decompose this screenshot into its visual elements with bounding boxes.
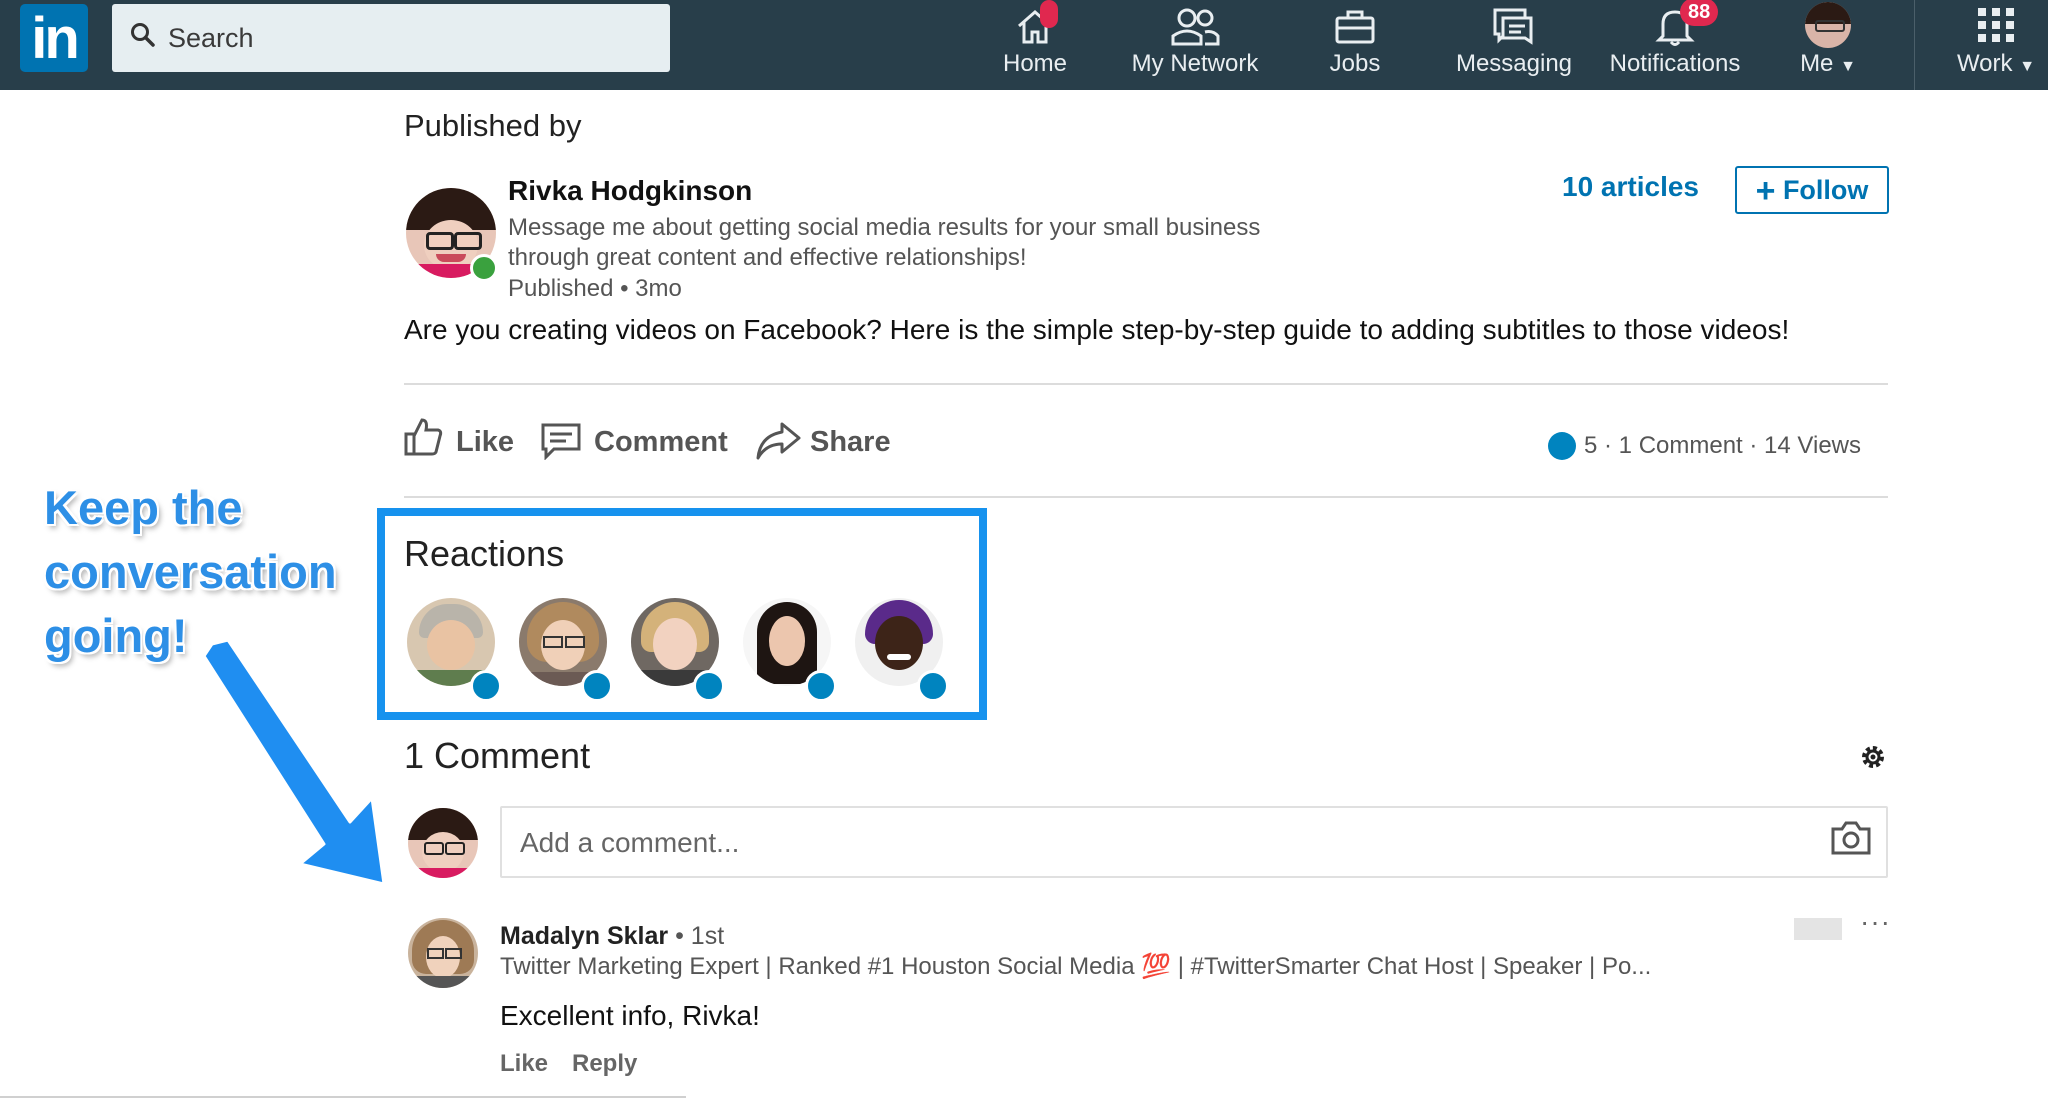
reactions-heading: Reactions <box>404 533 565 574</box>
post-stats[interactable]: 5 · 1 Comment · 14 Views <box>1548 432 1861 460</box>
comment-label: Comment <box>594 426 728 458</box>
articles-link[interactable]: 10 articles <box>1562 171 1699 203</box>
thumbs-up-icon <box>404 418 443 456</box>
commenter-name[interactable]: Madalyn Sklar • 1st <box>500 922 724 951</box>
like-reaction-icon <box>693 670 725 702</box>
network-icon <box>1171 8 1220 46</box>
post-stats-text: 5 · 1 Comment · 14 Views <box>1584 432 1861 459</box>
avatar <box>1805 2 1851 48</box>
connection-degree: • 1st <box>668 922 725 950</box>
nav-home[interactable]: Home <box>990 0 1080 90</box>
nav-messaging-label: Messaging <box>1455 50 1573 77</box>
like-reaction-icon <box>581 670 613 702</box>
post-text: Are you creating videos on Facebook? Her… <box>404 314 1790 345</box>
divider <box>0 1096 686 1098</box>
published-by-heading: Published by <box>404 108 582 143</box>
current-user-avatar[interactable] <box>408 808 478 878</box>
briefcase-icon <box>1335 10 1375 44</box>
like-button[interactable]: Like <box>402 412 515 472</box>
follow-label: Follow <box>1782 175 1869 205</box>
nav-my-network[interactable]: My Network <box>1118 0 1272 90</box>
like-reaction-icon <box>917 670 949 702</box>
nav-me[interactable]: Me ▼ <box>1788 0 1868 90</box>
nav-divider <box>1914 0 1915 90</box>
nav-work-label: Work ▼ <box>1956 50 2036 77</box>
like-reaction-icon <box>805 670 837 702</box>
divider <box>404 496 1888 498</box>
linkedin-logo[interactable]: in <box>20 4 88 72</box>
nav-me-label: Me ▼ <box>1800 50 1856 77</box>
more-options-icon[interactable]: ··· <box>1860 906 1891 938</box>
author-headline: Message me about getting social media re… <box>508 214 1261 271</box>
nav-jobs[interactable]: Jobs <box>1310 0 1400 90</box>
like-reaction-icon <box>1548 432 1576 460</box>
nav-home-label: Home <box>1002 50 1068 77</box>
comment-button[interactable]: Comment <box>540 412 730 472</box>
comment-icon <box>541 423 581 460</box>
notifications-badge: 88 <box>1680 0 1719 26</box>
comment-text: Excellent info, Rivka! <box>500 1000 760 1031</box>
grid-icon <box>1978 8 2014 42</box>
share-icon <box>756 422 801 460</box>
chevron-down-icon: ▼ <box>1840 58 1856 75</box>
commenter-headline: Twitter Marketing Expert | Ranked #1 Hou… <box>500 953 1652 980</box>
like-reaction-icon <box>470 670 502 702</box>
comments-count-heading: 1 Comment <box>404 735 591 776</box>
comment-timestamp <box>1794 918 1842 940</box>
nav-my-network-label: My Network <box>1131 50 1259 77</box>
nav-notifications[interactable]: 88 Notifications <box>1600 0 1750 90</box>
nav-notifications-label: Notifications <box>1609 50 1741 77</box>
online-status-indicator <box>470 254 498 282</box>
commenter-avatar[interactable] <box>408 918 478 988</box>
search-input[interactable] <box>166 16 650 60</box>
gear-icon[interactable] <box>1858 742 1888 772</box>
nav-work[interactable]: Work ▼ <box>1944 0 2048 90</box>
plus-icon: + <box>1755 172 1776 210</box>
comment-like-button[interactable]: Like <box>500 1050 548 1078</box>
search-box[interactable] <box>112 4 670 72</box>
published-meta: Published • 3mo <box>508 275 682 302</box>
author-name[interactable]: Rivka Hodgkinson <box>508 175 752 207</box>
nav-jobs-label: Jobs <box>1329 50 1381 77</box>
search-icon <box>131 23 155 47</box>
comment-input-box[interactable] <box>500 806 1888 878</box>
comment-reply-button[interactable]: Reply <box>572 1050 637 1078</box>
nav-messaging[interactable]: Messaging <box>1448 0 1580 90</box>
like-label: Like <box>456 426 515 458</box>
share-button[interactable]: Share <box>754 412 894 472</box>
home-badge <box>1040 0 1058 28</box>
share-label: Share <box>810 426 891 458</box>
messaging-icon <box>1493 8 1533 45</box>
divider <box>404 383 1888 385</box>
camera-icon[interactable] <box>1830 820 1872 856</box>
comment-input[interactable] <box>518 822 1722 864</box>
annotation-arrow-icon <box>202 640 386 886</box>
chevron-down-icon: ▼ <box>2019 58 2036 75</box>
follow-button[interactable]: + Follow <box>1735 166 1889 214</box>
